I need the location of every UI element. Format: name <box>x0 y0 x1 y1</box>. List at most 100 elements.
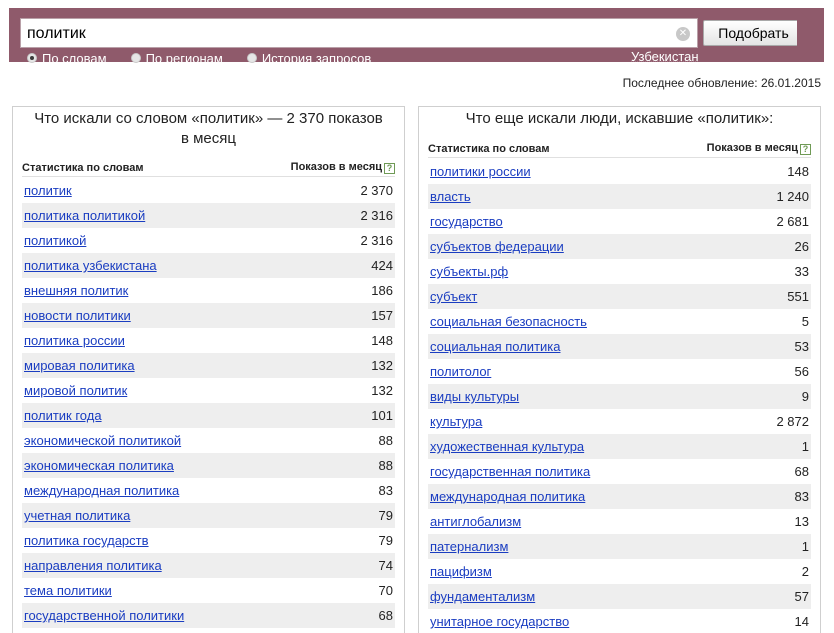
impressions-count: 14 <box>794 614 809 629</box>
impressions-count: 148 <box>371 333 393 348</box>
radio-checked-icon[interactable] <box>27 53 37 63</box>
impressions-count: 33 <box>794 264 809 279</box>
table-row: экономическая политика 88 <box>22 453 395 478</box>
impressions-count: 1 <box>801 439 809 454</box>
phrase-link[interactable]: международная политика <box>430 489 585 504</box>
phrase-link[interactable]: международная политика <box>24 483 179 498</box>
panel-title: Что искали со словом «политик» — 2 370 п… <box>34 110 383 147</box>
impressions-count: 68 <box>378 608 393 623</box>
phrase-link[interactable]: фундаментализм <box>430 589 535 604</box>
column-count: Показов в месяц? <box>707 142 811 155</box>
phrase-link[interactable]: государственная политика <box>430 464 590 479</box>
table-row: учетная политика 79 <box>22 503 395 528</box>
phrase-link[interactable]: антиглобализм <box>430 514 521 529</box>
search-box[interactable]: ✕ <box>20 18 698 48</box>
phrase-link[interactable]: политика государств <box>24 533 149 548</box>
header-arrow <box>797 8 824 62</box>
radio-icon[interactable] <box>246 53 257 63</box>
phrase-link[interactable]: художественная культура <box>430 439 584 454</box>
phrase-link[interactable]: внешняя политик <box>24 283 128 298</box>
impressions-count: 9 <box>801 389 809 404</box>
impressions-count: 2 <box>801 564 809 579</box>
impressions-count: 424 <box>371 258 393 273</box>
table-row: мировая политика 132 <box>22 353 395 378</box>
phrase-link[interactable]: тема политики <box>24 583 112 598</box>
phrase-link[interactable]: государственной политики <box>24 608 184 623</box>
phrase-link[interactable]: экономическая политика <box>24 458 174 473</box>
mode-by-words[interactable]: По словам <box>27 51 107 66</box>
table-row: фундаментализм 57 <box>428 584 811 609</box>
phrase-link[interactable]: унитарное государство <box>430 614 569 629</box>
table-row: пацифизм 2 <box>428 559 811 584</box>
submit-button[interactable]: Подобрать <box>703 20 804 46</box>
table-row: экономической политикой 88 <box>22 428 395 453</box>
phrase-link[interactable]: политики россии <box>430 164 531 179</box>
mode-switch: По словам По регионам История запросов <box>27 49 395 67</box>
phrase-link[interactable]: экономической политикой <box>24 433 181 448</box>
impressions-count: 53 <box>794 339 809 354</box>
related-list: политики россии 148 власть 1 240 государство… <box>428 159 811 633</box>
table-row: патернализм 1 <box>428 534 811 559</box>
phrase-link[interactable]: политолог <box>430 364 491 379</box>
phrase-link[interactable]: власть <box>430 189 471 204</box>
help-icon[interactable]: ? <box>800 144 811 155</box>
impressions-count: 68 <box>794 464 809 479</box>
phrase-link[interactable]: политика политикой <box>24 208 145 223</box>
table-row: художественная культура 1 <box>428 434 811 459</box>
phrase-link[interactable]: субъекты.рф <box>430 264 508 279</box>
mode-history[interactable]: История запросов <box>246 51 371 66</box>
phrase-link[interactable]: политик года <box>24 408 102 423</box>
impressions-count: 132 <box>371 358 393 373</box>
impressions-count: 551 <box>787 289 809 304</box>
table-row: субъект 551 <box>428 284 811 309</box>
phrase-link[interactable]: политика узбекистана <box>24 258 157 273</box>
phrase-link[interactable]: политик <box>24 183 72 198</box>
table-row: антиглобализм 13 <box>428 509 811 534</box>
region-link[interactable]: Узбекистан <box>631 49 699 64</box>
phrase-link[interactable]: государство <box>430 214 503 229</box>
table-row: политикой 2 316 <box>22 228 395 253</box>
radio-icon[interactable] <box>130 53 141 63</box>
impressions-count: 74 <box>378 558 393 573</box>
table-row: политика политикой 2 316 <box>22 203 395 228</box>
impressions-count: 56 <box>794 364 809 379</box>
clear-icon[interactable]: ✕ <box>676 27 690 41</box>
phrase-link[interactable]: виды культуры <box>430 389 519 404</box>
column-words: Статистика по словам <box>22 161 144 174</box>
phrase-link[interactable]: социальная безопасность <box>430 314 587 329</box>
phrase-link[interactable]: мировая политика <box>24 358 135 373</box>
phrase-link[interactable]: направления политика <box>24 558 162 573</box>
table-row: виды культуры 9 <box>428 384 811 409</box>
impressions-count: 26 <box>794 239 809 254</box>
impressions-count: 13 <box>794 514 809 529</box>
word-list: политик 2 370 политика политикой 2 316 полит… <box>22 178 395 628</box>
phrase-link[interactable]: патернализм <box>430 539 508 554</box>
search-input[interactable] <box>27 23 667 45</box>
phrase-link[interactable]: мировой политик <box>24 383 127 398</box>
help-icon[interactable]: ? <box>384 163 395 174</box>
mode-by-regions[interactable]: По регионам <box>130 51 223 66</box>
table-row: мировой политик 132 <box>22 378 395 403</box>
phrase-link[interactable]: субъектов федерации <box>430 239 564 254</box>
phrase-link[interactable]: субъект <box>430 289 477 304</box>
table-row: субъектов федерации 26 <box>428 234 811 259</box>
impressions-count: 148 <box>787 164 809 179</box>
phrase-link[interactable]: пацифизм <box>430 564 492 579</box>
phrase-link[interactable]: культура <box>430 414 482 429</box>
phrase-link[interactable]: политикой <box>24 233 86 248</box>
panel-title: Что еще искали люди, искавшие «политик»: <box>465 110 774 127</box>
impressions-count: 1 <box>801 539 809 554</box>
table-row: международная политика 83 <box>22 478 395 503</box>
table-row: унитарное государство 14 <box>428 609 811 633</box>
phrase-link[interactable]: социальная политика <box>430 339 560 354</box>
impressions-count: 2 370 <box>360 183 393 198</box>
table-row: внешняя политик 186 <box>22 278 395 303</box>
impressions-count: 83 <box>794 489 809 504</box>
phrase-link[interactable]: учетная политика <box>24 508 130 523</box>
impressions-count: 70 <box>378 583 393 598</box>
phrase-link[interactable]: политика россии <box>24 333 125 348</box>
table-row: направления политика 74 <box>22 553 395 578</box>
impressions-count: 2 681 <box>776 214 809 229</box>
phrase-link[interactable]: новости политики <box>24 308 131 323</box>
impressions-count: 79 <box>378 533 393 548</box>
